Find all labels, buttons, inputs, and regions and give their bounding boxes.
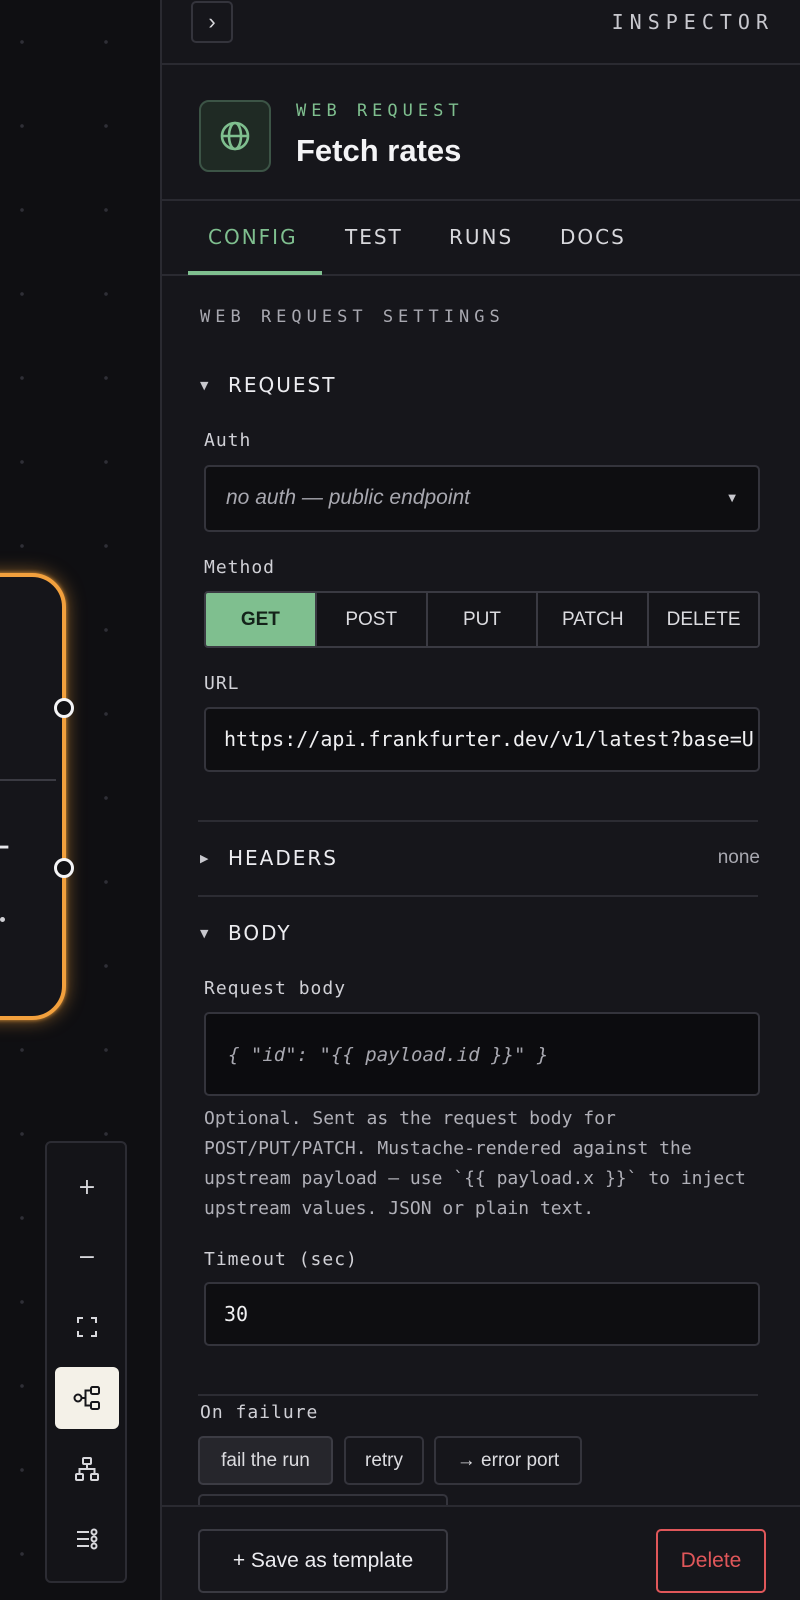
save-as-template-button[interactable]: + Save as template — [198, 1529, 448, 1593]
node-label-fragment: T — [0, 839, 9, 882]
caret-down-icon: ▼ — [200, 378, 209, 392]
request-group-toggle[interactable]: ▼ REQUEST — [200, 373, 336, 397]
chevron-right-icon: › — [208, 9, 216, 34]
tab-runs[interactable]: RUNS — [449, 225, 513, 249]
tab-test[interactable]: TEST — [345, 225, 403, 249]
body-group-title: BODY — [228, 921, 292, 945]
headers-count: none — [717, 847, 760, 868]
method-put-button[interactable]: PUT — [427, 593, 539, 646]
on-failure-fail-run-chip[interactable]: fail the run — [198, 1436, 333, 1485]
layout-flow-icon[interactable] — [55, 1367, 119, 1429]
auth-select[interactable]: no auth — public endpoint ▼ — [204, 465, 760, 532]
auth-select-value: no auth — public endpoint — [226, 486, 471, 509]
request-body-help: Optional. Sent as the request body for P… — [204, 1108, 746, 1219]
url-input[interactable]: https://api.frankfurter.dev/v1/latest?ba… — [204, 707, 760, 772]
url-input-value: https://api.frankfurter.dev/v1/latest?ba… — [224, 727, 754, 751]
method-post-button[interactable]: POST — [316, 593, 428, 646]
selected-node-card[interactable]: T — [0, 573, 66, 1020]
on-failure-error-port-chip[interactable]: → error port — [434, 1436, 582, 1485]
node-text-fragment — [0, 917, 5, 922]
timeout-input-value: 30 — [224, 1302, 249, 1326]
divider — [198, 1394, 758, 1396]
auth-label: Auth — [204, 430, 252, 451]
inspector-title: INSPECTOR — [611, 10, 774, 34]
globe-icon — [199, 100, 271, 172]
zoom-in-icon[interactable]: + — [55, 1156, 119, 1218]
tab-docs[interactable]: DOCS — [560, 225, 626, 249]
fit-view-icon[interactable] — [55, 1296, 119, 1358]
zoom-out-icon[interactable]: − — [55, 1226, 119, 1288]
layout-tree-icon[interactable] — [55, 1438, 119, 1500]
headers-group-toggle[interactable]: ▶ HEADERS — [200, 846, 338, 870]
method-delete-button[interactable]: DELETE — [649, 593, 758, 646]
node-header: WEB REQUEST Fetch rates — [162, 65, 800, 201]
request-body-textarea[interactable]: { "id": "{{ payload.id }}" } — [204, 1012, 760, 1096]
active-tab-indicator — [188, 271, 322, 275]
inspector-footer: + Save as template Delete — [162, 1505, 800, 1600]
node-kind-label: WEB REQUEST — [296, 101, 464, 121]
timeout-input[interactable]: 30 — [204, 1282, 760, 1346]
url-label: URL — [204, 673, 240, 694]
divider — [198, 895, 758, 897]
on-failure-retry-chip[interactable]: retry — [344, 1436, 424, 1485]
method-label: Method — [204, 557, 276, 578]
output-port-bottom[interactable] — [54, 858, 74, 878]
node-name[interactable]: Fetch rates — [296, 133, 461, 169]
request-body-placeholder: { "id": "{{ payload.id }}" } — [228, 1044, 549, 1066]
workflow-canvas[interactable]: T + − — [0, 0, 160, 1600]
method-get-button[interactable]: GET — [206, 593, 317, 646]
divider — [198, 820, 758, 822]
headers-group-title: HEADERS — [228, 846, 338, 870]
output-port-top[interactable] — [54, 698, 74, 718]
inspector-topbar: › INSPECTOR — [162, 0, 800, 65]
chevron-down-icon: ▼ — [728, 493, 736, 504]
caret-down-icon: ▼ — [200, 926, 209, 940]
collapse-panel-button[interactable]: › — [191, 1, 233, 43]
delete-node-button[interactable]: Delete — [656, 1529, 766, 1593]
caret-right-icon: ▶ — [200, 851, 209, 865]
inspector-tabs: CONFIG TEST RUNS DOCS — [162, 201, 800, 276]
request-group-title: REQUEST — [228, 373, 337, 397]
method-segmented-control: GET POST PUT PATCH DELETE — [204, 591, 760, 648]
method-patch-button[interactable]: PATCH — [538, 593, 650, 646]
node-divider — [0, 779, 56, 781]
canvas-controls: + − — [45, 1141, 127, 1583]
inspector-panel: › INSPECTOR WEB REQUEST Fetch rates CONF… — [160, 0, 800, 1600]
on-failure-label: On failure — [200, 1402, 319, 1423]
body-group-toggle[interactable]: ▼ BODY — [200, 921, 292, 945]
request-body-label: Request body — [204, 978, 347, 999]
section-caption: WEB REQUEST SETTINGS — [200, 307, 505, 327]
tab-config[interactable]: CONFIG — [208, 225, 298, 249]
timeout-label: Timeout (sec) — [204, 1249, 358, 1270]
outline-list-icon[interactable] — [55, 1508, 119, 1570]
